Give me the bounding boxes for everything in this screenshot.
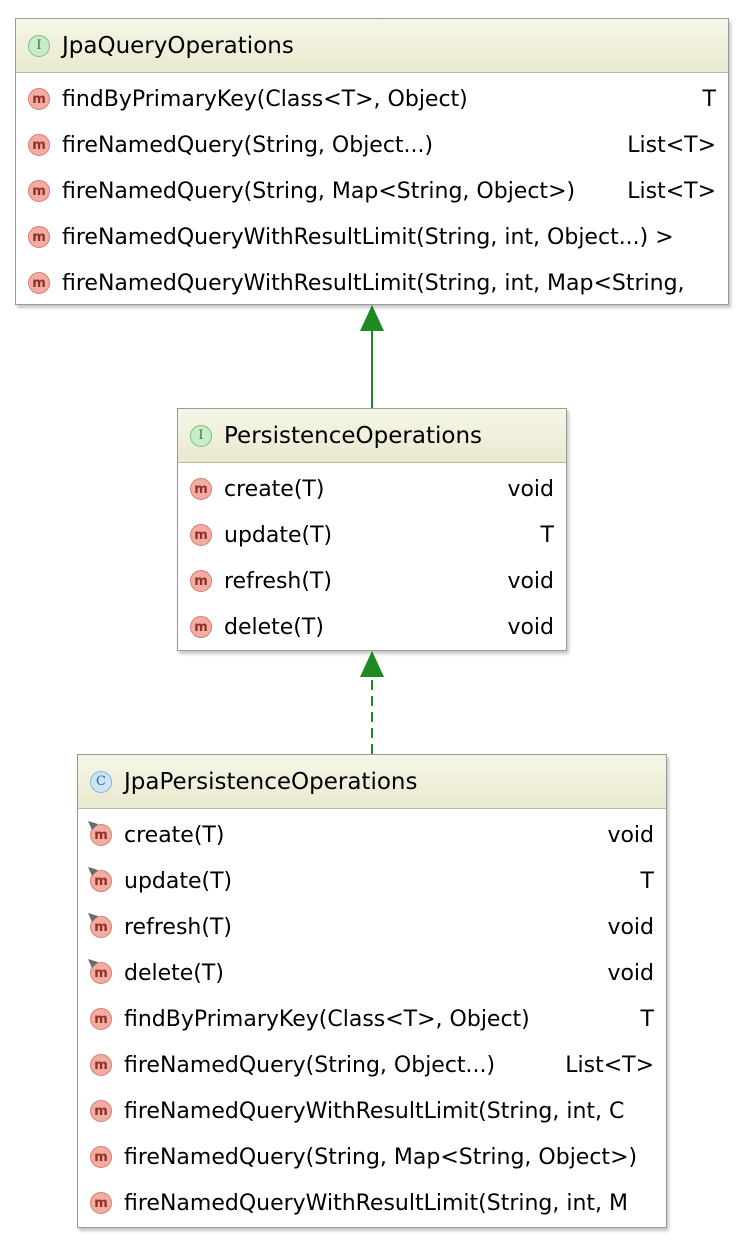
method-signature: create(T): [124, 822, 225, 848]
method-signature: fireNamedQuery(String, Object...): [124, 1052, 496, 1078]
method-signature: refresh(T): [124, 914, 232, 940]
method-return-type: void: [607, 914, 654, 940]
method-icon: m: [28, 180, 50, 202]
method-icon: m: [88, 821, 112, 846]
method-signature: fireNamedQuery(String, Map<String, Objec…: [124, 1144, 638, 1170]
method-row[interactable]: m create(T) void: [78, 812, 666, 858]
method-icon: m: [88, 867, 112, 892]
method-return-type: T: [640, 1006, 654, 1032]
box-header: I JpaQueryOperations: [16, 19, 728, 73]
implements-arrow-head: [360, 651, 384, 677]
method-icon: m: [190, 616, 212, 638]
method-icon: m: [90, 1146, 112, 1168]
method-icon: m: [190, 478, 212, 500]
method-icon: m: [28, 88, 50, 110]
method-row[interactable]: m fireNamedQueryWithResultLimit(String, …: [16, 214, 728, 260]
method-signature: fireNamedQueryWithResultLimit(String, in…: [124, 1098, 625, 1124]
method-row[interactable]: m refresh(T) void: [178, 558, 566, 604]
method-icon: m: [88, 913, 112, 938]
method-signature: update(T): [124, 868, 233, 894]
method-row[interactable]: m fireNamedQuery(String, Object...) List…: [78, 1042, 666, 1088]
method-icon: m: [28, 226, 50, 248]
method-return-type: void: [507, 614, 554, 640]
override-icon: [88, 959, 98, 968]
method-icon: m: [28, 272, 50, 294]
method-signature: refresh(T): [224, 568, 332, 594]
method-icon: m: [190, 524, 212, 546]
box-header: C JpaPersistenceOperations: [78, 755, 666, 809]
interface-icon: I: [190, 424, 212, 447]
method-signature: fireNamedQuery(String, Object...): [62, 132, 434, 158]
method-row[interactable]: m fireNamedQueryWithResultLimit(String, …: [78, 1088, 666, 1134]
method-icon: m: [28, 134, 50, 156]
method-return-type: T: [640, 868, 654, 894]
method-signature: findByPrimaryKey(Class<T>, Object): [124, 1006, 530, 1032]
override-icon: [88, 913, 98, 922]
method-return-type: List<T>: [627, 178, 716, 204]
method-return-type: List<T>: [565, 1052, 654, 1078]
method-return-type: T: [540, 522, 554, 548]
method-return-type: void: [607, 822, 654, 848]
persistence-operations-box[interactable]: I PersistenceOperations m create(T) void…: [177, 408, 567, 651]
method-row[interactable]: m fireNamedQueryWithResultLimit(String, …: [16, 260, 728, 304]
method-signature: findByPrimaryKey(Class<T>, Object): [62, 86, 468, 112]
method-row[interactable]: m findByPrimaryKey(Class<T>, Object) T: [78, 996, 666, 1042]
method-icon: m: [90, 1054, 112, 1076]
method-return-type: void: [507, 568, 554, 594]
method-row[interactable]: m update(T) T: [178, 512, 566, 558]
method-icon: m: [190, 570, 212, 592]
jpa-query-operations-box[interactable]: I JpaQueryOperations m findByPrimaryKey(…: [15, 18, 729, 305]
method-row[interactable]: m fireNamedQuery(String, Map<String, Obj…: [78, 1134, 666, 1180]
class-icon: C: [90, 770, 112, 793]
method-signature: delete(T): [124, 960, 224, 986]
box-title: JpaPersistenceOperations: [124, 768, 418, 795]
method-row[interactable]: m findByPrimaryKey(Class<T>, Object) T: [16, 76, 728, 122]
method-signature: fireNamedQueryWithResultLimit(String, in…: [62, 270, 685, 296]
method-return-type: void: [607, 960, 654, 986]
method-row[interactable]: m fireNamedQuery(String, Object...) List…: [16, 122, 728, 168]
interface-icon: I: [28, 34, 50, 57]
method-row[interactable]: m delete(T) void: [78, 950, 666, 996]
method-signature: fireNamedQuery(String, Map<String, Objec…: [62, 178, 576, 204]
method-row[interactable]: m update(T) T: [78, 858, 666, 904]
method-row[interactable]: m fireNamedQuery(String, Map<String, Obj…: [16, 168, 728, 214]
method-return-type: void: [507, 476, 554, 502]
method-signature: fireNamedQueryWithResultLimit(String, in…: [62, 224, 674, 250]
method-return-type: List<T>: [627, 132, 716, 158]
method-icon: m: [90, 1008, 112, 1030]
method-row[interactable]: m delete(T) void: [178, 604, 566, 650]
method-row[interactable]: m fireNamedQueryWithResultLimit(String, …: [78, 1180, 666, 1226]
method-icon: m: [88, 959, 112, 984]
jpa-persistence-operations-box[interactable]: C JpaPersistenceOperations m create(T) v…: [77, 754, 667, 1228]
box-header: I PersistenceOperations: [178, 409, 566, 463]
method-signature: update(T): [224, 522, 333, 548]
method-signature: delete(T): [224, 614, 324, 640]
method-signature: fireNamedQueryWithResultLimit(String, in…: [124, 1190, 629, 1216]
method-signature: create(T): [224, 476, 325, 502]
method-row[interactable]: m refresh(T) void: [78, 904, 666, 950]
method-return-type: T: [702, 86, 716, 112]
override-icon: [88, 821, 98, 830]
override-icon: [88, 867, 98, 876]
box-title: JpaQueryOperations: [62, 32, 294, 59]
box-title: PersistenceOperations: [224, 422, 482, 449]
method-row[interactable]: m create(T) void: [178, 466, 566, 512]
method-icon: m: [90, 1100, 112, 1122]
extends-arrow-head: [360, 305, 384, 331]
method-icon: m: [90, 1192, 112, 1214]
